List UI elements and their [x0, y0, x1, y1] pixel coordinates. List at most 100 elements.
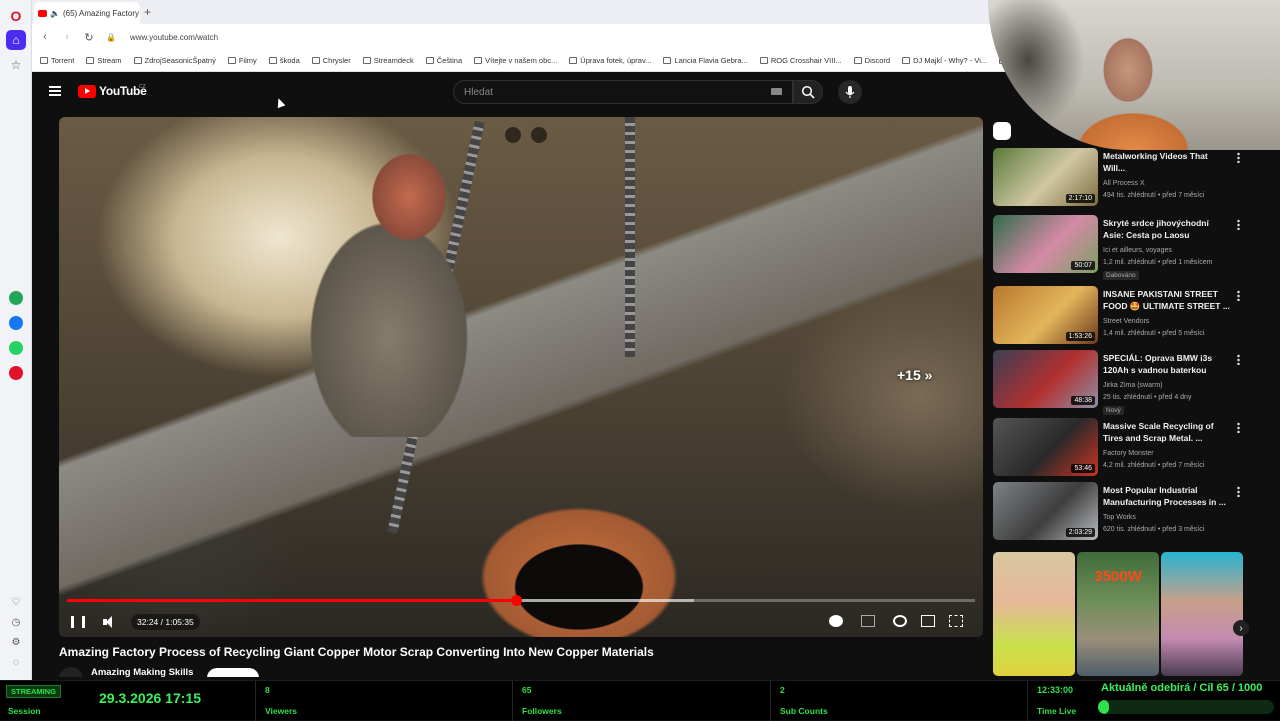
bookmark-item[interactable]: Lancia Flavia Gebra...	[663, 56, 748, 65]
voice-search-button[interactable]	[838, 80, 862, 104]
video-title[interactable]: Skryté srdce jihovýchodní Asie: Cesta po…	[1103, 217, 1231, 241]
subscribe-button[interactable]	[207, 668, 259, 677]
promo-thumbnail[interactable]: 3500W	[1077, 552, 1159, 676]
channel-avatar[interactable]	[59, 667, 83, 677]
recommended-video[interactable]: 50:07 Skryté srdce jihovýchodní Asie: Ces…	[993, 215, 1248, 280]
subtitles-icon[interactable]	[861, 615, 875, 627]
music-icon[interactable]	[9, 366, 23, 380]
bookmark-item[interactable]: Torrent	[40, 56, 74, 65]
video-thumbnail[interactable]: 48:38	[993, 350, 1098, 408]
home-icon[interactable]: ⌂	[6, 30, 26, 50]
channel-row: Amazing Making Skills	[59, 667, 983, 677]
bookmark-item[interactable]: ROG Crosshair VIII...	[759, 56, 842, 65]
autoplay-toggle-icon[interactable]	[829, 615, 843, 627]
history-icon[interactable]: ◷	[6, 612, 26, 632]
video-title[interactable]: SPECIÁL: Oprava BMW i3s 120Ah s vadnou b…	[1103, 352, 1231, 376]
volume-icon[interactable]	[103, 616, 117, 628]
video-channel[interactable]: Ici et ailleurs, voyages	[1103, 247, 1172, 254]
folder-icon	[853, 57, 862, 64]
video-thumbnail[interactable]: 53:46	[993, 418, 1098, 476]
fullscreen-icon[interactable]	[949, 615, 963, 627]
bookmark-item[interactable]: Filmy	[227, 56, 257, 65]
video-title[interactable]: Massive Scale Recycling of Tires and Scr…	[1103, 420, 1231, 444]
pin-icon[interactable]: ☆	[6, 55, 26, 75]
bookmark-item[interactable]: Vítejte v našem obc...	[474, 56, 557, 65]
video-channel[interactable]: Factory Monster	[1103, 450, 1154, 457]
bookmark-item[interactable]: Chrysler	[311, 56, 351, 65]
video-thumbnail[interactable]: 1:53:26	[993, 286, 1098, 344]
keyboard-icon[interactable]	[771, 88, 782, 95]
opera-icon[interactable]: O	[6, 6, 26, 26]
new-tab-button[interactable]: +	[144, 5, 151, 19]
channel-name[interactable]: Amazing Making Skills	[91, 667, 193, 677]
youtube-logo[interactable]: YouTube	[78, 84, 147, 98]
promo-thumbnail[interactable]	[993, 552, 1075, 676]
url-field[interactable]: www.youtube.com/watch	[130, 33, 218, 42]
video-thumbnail[interactable]: 50:07	[993, 215, 1098, 273]
chevron-right-icon[interactable]: ›	[1233, 620, 1249, 636]
recommended-video[interactable]: 2:17:10 Metalworking Videos That Will... A…	[993, 148, 1248, 210]
settings-icon[interactable]	[893, 615, 907, 627]
lightbulb-icon[interactable]: ◌	[6, 652, 26, 672]
bookmark-item[interactable]: ZdrojSeasonicŠpatný	[133, 56, 216, 65]
messenger-icon[interactable]	[9, 316, 23, 330]
bookmark-item[interactable]: Úprava fotek, úprav...	[569, 56, 651, 65]
divider	[512, 681, 513, 721]
progress-bar[interactable]	[67, 595, 975, 606]
video-channel[interactable]: Jirka Zima (swarm)	[1103, 382, 1163, 389]
bookmark-item[interactable]: DJ Majkl - Why? - Vi...	[902, 56, 987, 65]
video-channel[interactable]: Street Vendors	[1103, 318, 1149, 325]
folder-icon	[40, 57, 48, 64]
more-options-icon[interactable]	[1237, 422, 1240, 433]
video-player[interactable]: +15 » 32:24 / 1:05:35	[59, 117, 983, 637]
heart-icon[interactable]: ♡	[6, 592, 26, 612]
menu-icon[interactable]	[49, 86, 61, 96]
theater-mode-icon[interactable]	[921, 615, 935, 627]
video-thumbnail[interactable]: 2:03:29	[993, 482, 1098, 540]
video-channel[interactable]: Top Works	[1103, 514, 1136, 521]
video-title[interactable]: INSANE PAKISTANI STREET FOOD 🤩 ULTIMATE …	[1103, 288, 1231, 312]
search-button[interactable]	[793, 80, 823, 104]
recommended-video[interactable]: 1:53:26 INSANE PAKISTANI STREET FOOD 🤩 UL…	[993, 286, 1248, 348]
more-options-icon[interactable]	[1237, 290, 1240, 301]
recommended-video[interactable]: 2:03:29 Most Popular Industrial Manufactu…	[993, 482, 1248, 544]
more-options-icon[interactable]	[1237, 152, 1240, 163]
tab-youtube[interactable]: 🔈 (65) Amazing Factory	[34, 2, 140, 24]
followers-value: 65	[522, 685, 532, 695]
folder-icon	[133, 57, 142, 64]
video-title[interactable]: Metalworking Videos That Will...	[1103, 150, 1231, 174]
miniplayer-icon[interactable]	[505, 127, 521, 143]
more-options-icon[interactable]	[1237, 486, 1240, 497]
pause-icon[interactable]	[71, 616, 85, 628]
progress-scrubber[interactable]	[510, 595, 522, 606]
more-options-icon[interactable]	[1237, 219, 1240, 230]
video-channel[interactable]: All Process X	[1103, 180, 1145, 187]
more-options-icon[interactable]	[1237, 354, 1240, 365]
search-input[interactable]: Hledat	[453, 80, 793, 104]
speaker-icon[interactable]: 🔈	[50, 9, 60, 18]
recommended-video[interactable]: 53:46 Massive Scale Recycling of Tires an…	[993, 418, 1248, 480]
bookmark-item[interactable]: Stream	[86, 56, 122, 65]
next-chapter-icon[interactable]	[531, 127, 547, 143]
youtube-header: YouTube CZ Hledat	[33, 74, 993, 114]
folder-icon	[311, 57, 320, 64]
filter-chip[interactable]	[993, 122, 1011, 140]
bookmark-item[interactable]: škoda	[268, 56, 300, 65]
video-thumbnail[interactable]: 2:17:10	[993, 148, 1098, 206]
promo-thumbnail[interactable]	[1161, 552, 1243, 676]
back-icon[interactable]: ‹	[36, 31, 54, 43]
skip-forward-indicator: +15 »	[897, 367, 933, 383]
forward-icon[interactable]: ›	[58, 31, 76, 43]
settings-icon[interactable]: ⚙	[6, 632, 26, 652]
recommended-video[interactable]: 48:38 SPECIÁL: Oprava BMW i3s 120Ah s vad…	[993, 350, 1248, 415]
folder-icon	[902, 57, 911, 64]
promo-label: 3500W	[1094, 568, 1142, 585]
folder-icon	[569, 57, 578, 64]
reload-icon[interactable]: ↻	[80, 31, 98, 44]
whatsapp-icon[interactable]	[9, 341, 23, 355]
chatgpt-icon[interactable]	[9, 291, 23, 305]
bookmark-item[interactable]: Čeština	[425, 56, 462, 65]
bookmark-item[interactable]: Discord	[853, 56, 890, 65]
bookmark-item[interactable]: Streamdeck	[362, 56, 414, 65]
video-title[interactable]: Most Popular Industrial Manufacturing Pr…	[1103, 484, 1231, 508]
